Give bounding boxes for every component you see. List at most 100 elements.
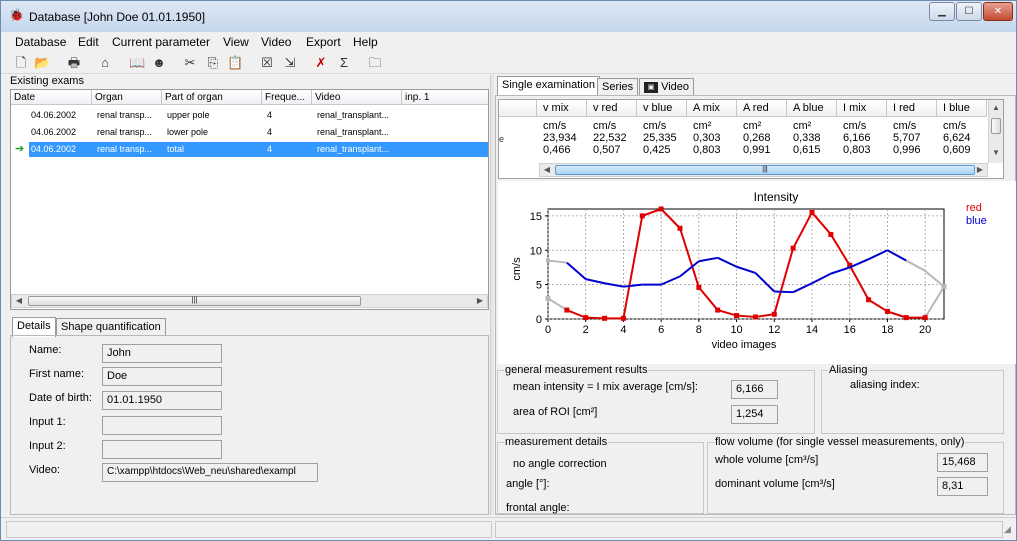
results-col-header[interactable]: A blue	[787, 100, 837, 117]
results-grid[interactable]: v mix v red v blue A mix A red A blue I mix I r…	[498, 99, 1004, 179]
results-cell: 0,803	[693, 144, 721, 156]
close-button[interactable]: ✕	[983, 2, 1013, 21]
scroll-thumb[interactable]: |||	[28, 296, 361, 306]
export-icon[interactable]: ⇲	[282, 55, 298, 71]
dominant-volume-field[interactable]: 8,31	[937, 477, 988, 496]
scroll-thumb[interactable]: |||	[555, 165, 975, 175]
x-tick-label: 6	[658, 324, 664, 336]
scroll-left-icon[interactable]: ◀	[12, 295, 26, 307]
menu-help[interactable]: Help	[353, 35, 378, 49]
whole-volume-label: whole volume [cm³/s]	[715, 454, 819, 466]
table-row-selected[interactable]: ➔ 04.06.2002 renal transp... total 4 ren…	[11, 142, 488, 157]
dob-field[interactable]: 01.01.1950	[102, 391, 222, 410]
col-video[interactable]: Video	[312, 90, 402, 105]
maximize-button[interactable]: ☐	[956, 2, 982, 21]
table-row[interactable]: 04.06.2002 renal transp... upper pole 4 …	[11, 108, 488, 123]
user-icon[interactable]: ☻	[151, 55, 167, 71]
pane-splitter[interactable]	[490, 75, 494, 515]
results-col-header[interactable]: v blue	[637, 100, 687, 117]
minimize-button[interactable]: ▁	[929, 2, 955, 21]
resize-grip-icon[interactable]: ◢	[1004, 524, 1011, 535]
mean-intensity-field[interactable]: 6,166	[731, 380, 778, 399]
series-red-point	[696, 284, 702, 290]
menu-current-parameter[interactable]: Current parameter	[112, 35, 210, 49]
x-tick-label: 18	[881, 324, 893, 336]
results-header-spacer	[499, 100, 537, 117]
series-red-point	[639, 213, 645, 219]
general-results-title: general measurement results	[504, 364, 649, 376]
tab-series[interactable]: Series	[597, 78, 639, 96]
exams-h-scrollbar[interactable]: ◀ ||| ▶	[11, 294, 488, 308]
name-label: Name:	[29, 344, 62, 356]
x-tick-label: 20	[919, 324, 931, 336]
scroll-thumb[interactable]	[991, 118, 1001, 134]
aliasing-title: Aliasing	[828, 364, 869, 376]
copy-icon[interactable]: ⎘	[205, 55, 221, 71]
series-red-point	[771, 311, 777, 317]
input2-label: Input 2:	[29, 440, 66, 452]
delete-box-icon[interactable]: ☒	[259, 55, 275, 71]
angle-label: angle [°]:	[506, 478, 550, 490]
paste-icon[interactable]: 📋	[227, 55, 243, 71]
name-field[interactable]: John	[102, 344, 222, 363]
scroll-left-icon[interactable]: ◀	[540, 164, 554, 176]
col-input1[interactable]: inp. 1	[402, 90, 488, 105]
tab-details[interactable]: Details	[12, 317, 56, 337]
first-name-field[interactable]: Doe	[102, 367, 222, 386]
angle-correction-text: no angle correction	[513, 458, 607, 470]
results-cell: 0,466	[543, 144, 571, 156]
results-col-header[interactable]: I blue	[937, 100, 987, 117]
menu-edit[interactable]: Edit	[78, 35, 99, 49]
title-bar[interactable]: 🐞 Database [John Doe 01.01.1950] ▁ ☐ ✕	[1, 1, 1016, 32]
new-icon[interactable]: 🗋	[13, 55, 29, 71]
print-icon[interactable]: 🖶	[66, 55, 82, 71]
scroll-up-icon[interactable]: ▲	[989, 102, 1003, 114]
results-col-header[interactable]: v mix	[537, 100, 587, 117]
menu-export[interactable]: Export	[306, 35, 341, 49]
menu-database[interactable]: Database	[15, 35, 66, 49]
video-label: Video:	[29, 464, 60, 476]
col-part[interactable]: Part of organ	[162, 90, 262, 105]
sum-icon[interactable]: Σ	[336, 55, 352, 71]
table-row[interactable]: 04.06.2002 renal transp... lower pole 4 …	[11, 125, 488, 140]
row-part: lower pole	[167, 127, 209, 137]
x-tick-label: 4	[620, 324, 626, 336]
tab-shape-quantification[interactable]: Shape quantification	[56, 318, 166, 336]
cut-icon[interactable]: ✂	[182, 55, 198, 71]
tool-icon[interactable]: ⌂	[97, 55, 113, 71]
tab-single-examination[interactable]: Single examination	[497, 76, 600, 96]
col-frequency[interactable]: Freque...	[262, 90, 312, 105]
exams-table[interactable]: Date Organ Part of organ Freque... Video…	[10, 89, 489, 310]
results-h-scrollbar[interactable]: ◀ ||| ▶	[539, 163, 988, 177]
results-col-header[interactable]: v red	[587, 100, 637, 117]
results-v-scrollbar[interactable]: ▲ ▼	[988, 100, 1003, 163]
scroll-right-icon[interactable]: ▶	[973, 164, 987, 176]
whole-volume-field[interactable]: 15,468	[937, 453, 988, 472]
roi-area-field[interactable]: 1,254	[731, 405, 778, 424]
book-icon[interactable]: 📖	[129, 55, 145, 71]
folder-icon[interactable]: 🗀	[367, 55, 383, 71]
tab-video[interactable]: ▣ Video	[639, 78, 694, 96]
input2-field[interactable]	[102, 440, 222, 459]
results-col-header[interactable]: A red	[737, 100, 787, 117]
menu-view[interactable]: View	[223, 35, 249, 49]
results-col-header[interactable]: I red	[887, 100, 937, 117]
series-red-point	[564, 307, 570, 313]
menu-video[interactable]: Video	[261, 35, 291, 49]
open-icon[interactable]: 📂	[34, 55, 50, 71]
scroll-down-icon[interactable]: ▼	[989, 147, 1003, 159]
roi-area-label: area of ROI [cm²]	[513, 406, 598, 418]
video-path-field[interactable]: C:\xampp\htdocs\Web_neu\shared\exampl	[102, 463, 318, 482]
results-cell: 0,803	[843, 144, 871, 156]
col-organ[interactable]: Organ	[92, 90, 162, 105]
results-col-header[interactable]: I mix	[837, 100, 887, 117]
measurement-details-title: measurement details	[504, 436, 609, 448]
scroll-right-icon[interactable]: ▶	[473, 295, 487, 307]
series-red-point	[903, 315, 909, 321]
cancel-icon[interactable]: ✗	[313, 55, 329, 71]
row-video: renal_transplant...	[317, 144, 390, 154]
flow-volume-title: flow volume (for single vessel measureme…	[714, 436, 966, 448]
col-date[interactable]: Date	[11, 90, 92, 105]
results-col-header[interactable]: A mix	[687, 100, 737, 117]
input1-field[interactable]	[102, 416, 222, 435]
